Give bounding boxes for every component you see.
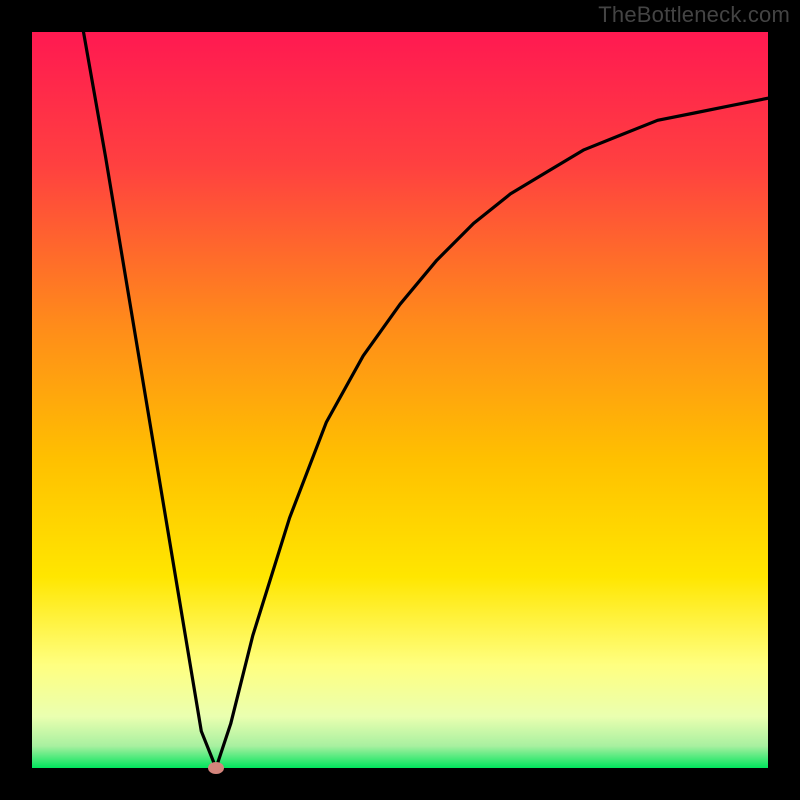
watermark-text: TheBottleneck.com (598, 2, 790, 28)
chart-frame: TheBottleneck.com (0, 0, 800, 800)
plot-area (32, 32, 768, 768)
chart-svg (32, 32, 768, 768)
gradient-background (32, 32, 768, 768)
minimum-marker (208, 762, 224, 774)
